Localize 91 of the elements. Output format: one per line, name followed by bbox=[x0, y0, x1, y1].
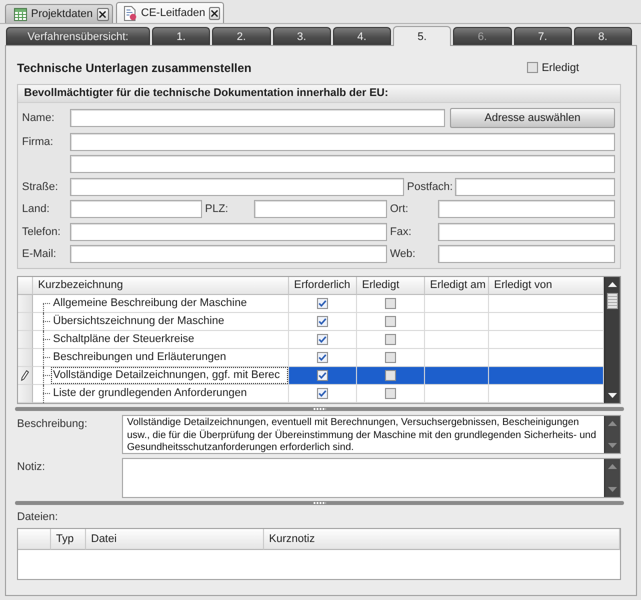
column-header[interactable]: Erforderlich bbox=[289, 277, 357, 295]
description-field[interactable]: Vollständige Detailzeichnungen, eventuell mit Berechnungen, Versuchsergebnissen, Bescheinigungen usw., die für die Überprüfung der Übereinstimmung der Maschine mit den grundlegenden Sicherheits- und Gesundheitsschutzanforderungen erforderlich sind. bbox=[122, 415, 621, 454]
document-seal-icon bbox=[123, 6, 137, 20]
checkbox[interactable] bbox=[385, 298, 396, 309]
column-header[interactable]: Typ bbox=[51, 529, 86, 550]
step-tab[interactable]: 1. bbox=[152, 27, 210, 45]
table-row[interactable]: Allgemeine Beschreibung der Maschine bbox=[18, 295, 604, 313]
text-field[interactable] bbox=[70, 155, 615, 173]
table-row[interactable]: Vollständige Detailzeichnungen, ggf. mit Berec bbox=[18, 367, 604, 385]
checkbox[interactable] bbox=[385, 352, 396, 363]
field-label: Telefon: bbox=[22, 226, 61, 238]
field-label: Straße: bbox=[22, 180, 58, 192]
step-tab[interactable]: 4. bbox=[332, 27, 391, 45]
scroll-up-icon[interactable] bbox=[608, 282, 616, 287]
checkbox[interactable] bbox=[317, 352, 328, 363]
checkbox[interactable] bbox=[385, 316, 396, 327]
checkbox[interactable] bbox=[385, 388, 396, 399]
checkbox[interactable] bbox=[317, 316, 328, 327]
checkbox[interactable] bbox=[317, 334, 328, 345]
step-tab[interactable]: 3. bbox=[272, 27, 331, 45]
scroll-down-icon[interactable] bbox=[608, 393, 616, 398]
pencil-icon bbox=[21, 370, 29, 381]
column-header[interactable]: Datei bbox=[86, 529, 264, 550]
field-label: Fax: bbox=[390, 226, 412, 238]
scrollbar-thumb[interactable] bbox=[606, 293, 618, 309]
spreadsheet-icon bbox=[14, 8, 27, 20]
section-title: Technische Unterlagen zusammenstellen bbox=[17, 60, 252, 74]
tree-item[interactable]: Beschreibungen und Erläuterungen bbox=[33, 349, 289, 367]
field-label: E-Mail: bbox=[22, 248, 56, 260]
checkbox[interactable] bbox=[317, 298, 328, 309]
splitter-handle[interactable] bbox=[15, 407, 624, 411]
text-field[interactable] bbox=[70, 132, 615, 150]
corner-header[interactable] bbox=[18, 277, 33, 295]
tree-item[interactable]: Vollständige Detailzeichnungen, ggf. mit Berec bbox=[33, 367, 289, 385]
table-row[interactable]: Liste der grundlegenden Anforderungen bbox=[18, 385, 604, 403]
text-field[interactable] bbox=[254, 200, 387, 218]
tree-item[interactable]: Allgemeine Beschreibung der Maschine bbox=[33, 295, 289, 313]
checkbox[interactable] bbox=[526, 62, 538, 73]
corner-header[interactable] bbox=[18, 529, 51, 550]
close-icon bbox=[211, 10, 218, 16]
text-field[interactable] bbox=[70, 200, 202, 218]
step-tab[interactable]: 5. bbox=[393, 26, 452, 46]
close-button[interactable] bbox=[209, 6, 220, 20]
checkbox[interactable] bbox=[317, 388, 328, 399]
tree-item[interactable]: Schaltpläne der Steuerkreise bbox=[33, 331, 289, 349]
table-row[interactable]: Übersichtszeichnung der Maschine bbox=[18, 313, 604, 331]
field-label: Ort: bbox=[390, 203, 408, 215]
column-header[interactable]: Kurzbezeichnung bbox=[33, 277, 289, 295]
note-field[interactable] bbox=[122, 458, 621, 498]
field-label: Land: bbox=[22, 203, 50, 215]
step-tab[interactable]: 8. bbox=[574, 27, 632, 45]
table-row[interactable]: Schaltpläne der Steuerkreise bbox=[18, 331, 604, 349]
close-icon bbox=[99, 10, 106, 18]
text-field[interactable] bbox=[455, 178, 615, 196]
field-label: Web: bbox=[390, 248, 416, 260]
text-field[interactable] bbox=[438, 200, 615, 218]
text-field[interactable] bbox=[70, 245, 387, 263]
checkbox[interactable] bbox=[385, 334, 396, 345]
checkbox-label[interactable]: Erledigt bbox=[542, 62, 579, 74]
column-header[interactable]: Kurznotiz bbox=[264, 529, 620, 550]
tree-item[interactable]: Liste der grundlegenden Anforderungen bbox=[33, 385, 289, 403]
step-tab[interactable]: 2. bbox=[212, 27, 270, 45]
field-label: Postfach: bbox=[407, 180, 453, 192]
checkbox[interactable] bbox=[385, 370, 396, 381]
field-label: Firma: bbox=[22, 136, 54, 148]
step-tab[interactable]: 7. bbox=[514, 27, 572, 45]
checkbox[interactable] bbox=[317, 370, 328, 381]
text-field[interactable] bbox=[70, 222, 387, 240]
step-tab[interactable]: Verfahrensübersicht: bbox=[6, 27, 150, 45]
document-tab[interactable]: CE-Leitfaden bbox=[116, 2, 224, 23]
column-header[interactable]: Erledigt am bbox=[425, 277, 489, 295]
table-row[interactable]: Beschreibungen und Erläuterungen bbox=[18, 349, 604, 367]
column-header[interactable]: Erledigt von bbox=[489, 277, 604, 295]
column-header[interactable]: Erledigt bbox=[357, 277, 425, 295]
field-label: Name: bbox=[22, 112, 54, 124]
text-field[interactable] bbox=[438, 222, 615, 240]
section-label: Dateien: bbox=[17, 511, 58, 523]
tree-item[interactable]: Übersichtszeichnung der Maschine bbox=[33, 313, 289, 331]
text-field[interactable] bbox=[438, 245, 615, 263]
group-title: Bevollmächtigter für die technische Dokumentation innerhalb der EU: bbox=[18, 85, 620, 103]
splitter-handle[interactable] bbox=[15, 501, 624, 505]
field-label: Beschreibung: bbox=[17, 418, 88, 430]
field-label: Notiz: bbox=[17, 461, 46, 473]
text-field[interactable] bbox=[70, 178, 404, 196]
row-header[interactable] bbox=[18, 367, 33, 385]
field-label: PLZ: bbox=[205, 203, 228, 215]
scrollbar[interactable] bbox=[604, 277, 620, 403]
address-button[interactable]: Adresse auswählen bbox=[450, 108, 615, 128]
close-button[interactable] bbox=[96, 8, 109, 20]
text-field[interactable] bbox=[70, 109, 445, 127]
document-tab[interactable]: Projektdaten bbox=[5, 4, 113, 23]
